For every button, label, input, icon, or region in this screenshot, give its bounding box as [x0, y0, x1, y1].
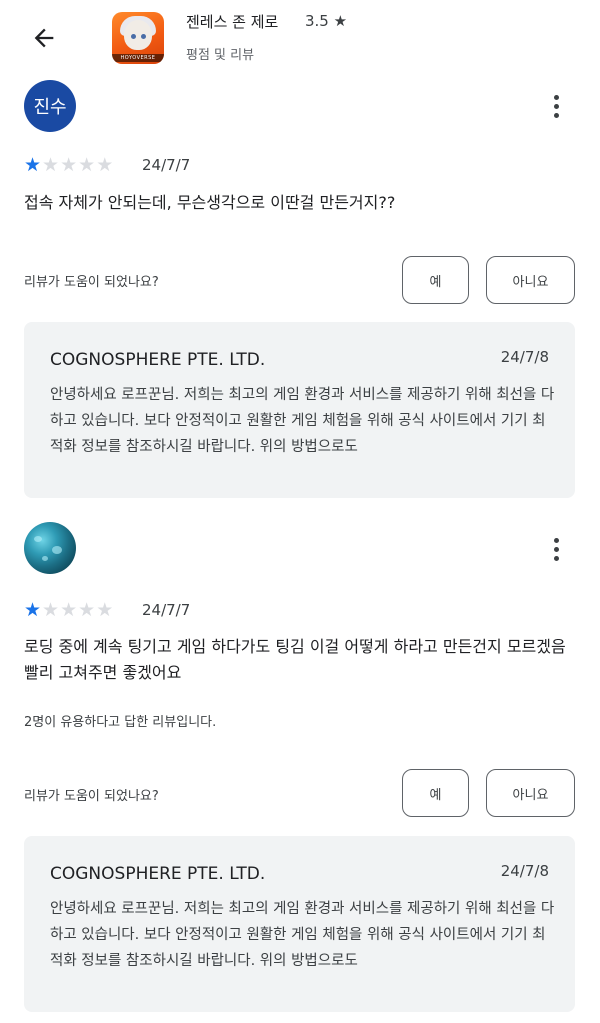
avatar [24, 522, 76, 574]
star-icon: ★ [42, 599, 60, 621]
page-subtitle: 평점 및 리뷰 [186, 48, 255, 63]
helpful-count: 2명이 유용하다고 답한 리뷰입니다. [24, 715, 217, 730]
star-icon: ★ [96, 599, 114, 621]
app-icon[interactable]: HOYOVERSE [112, 12, 164, 64]
star-icon: ★ [24, 154, 42, 176]
helpful-yes-button[interactable]: 예 [402, 256, 469, 304]
more-vert-icon [553, 537, 559, 543]
helpful-yes-button[interactable]: 예 [402, 769, 469, 817]
developer-name: COGNOSPHERE PTE. LTD. [50, 864, 266, 884]
review-text: 로딩 중에 계속 팅기고 게임 하다가도 팅김 이걸 어떻게 하라고 만든건지 … [24, 637, 566, 682]
reply-date: 24/7/8 [500, 348, 549, 366]
more-options-button[interactable] [540, 88, 572, 124]
star-icon: ★ [96, 154, 114, 176]
back-button[interactable] [26, 20, 62, 56]
helpful-no-button[interactable]: 아니요 [486, 769, 575, 817]
app-header: HOYOVERSE 젠레스 존 제로 3.5 ★ 평점 및 리뷰 [0, 0, 600, 78]
star-icon: ★ [78, 154, 96, 176]
reply-date: 24/7/8 [500, 862, 549, 880]
review-date: 24/7/7 [142, 156, 191, 174]
star-icon: ★ [60, 599, 78, 621]
reply-text: 안녕하세요 로프꾼님. 저희는 최고의 게임 환경과 서비스를 제공하기 위해 … [50, 901, 555, 969]
developer-reply: COGNOSPHERE PTE. LTD. 24/7/8 안녕하세요 로프꾼님.… [24, 836, 575, 1012]
star-icon: ★ [60, 154, 78, 176]
app-icon-brand: HOYOVERSE [112, 54, 164, 62]
helpful-no-button[interactable]: 아니요 [486, 256, 575, 304]
review-date: 24/7/7 [142, 601, 191, 619]
star-icon: ★ [78, 599, 96, 621]
developer-name: COGNOSPHERE PTE. LTD. [50, 350, 266, 370]
star-icon: ★ [42, 154, 60, 176]
arrow-back-icon [34, 28, 54, 48]
avatar: 진수 [24, 80, 76, 132]
app-rating: 3.5 ★ [305, 12, 348, 30]
developer-reply: COGNOSPHERE PTE. LTD. 24/7/8 안녕하세요 로프꾼님.… [24, 322, 575, 498]
helpful-question: 리뷰가 도움이 되었나요? [24, 789, 159, 804]
avatar-label: 진수 [33, 97, 67, 118]
star-icon: ★ [24, 599, 42, 621]
star-rating: ★ ★ ★ ★ ★ [24, 155, 113, 175]
reply-text: 안녕하세요 로프꾼님. 저희는 최고의 게임 환경과 서비스를 제공하기 위해 … [50, 387, 555, 455]
star-rating: ★ ★ ★ ★ ★ [24, 600, 113, 620]
review-text: 접속 자체가 안되는데, 무슨생각으로 이딴걸 만든거지?? [24, 193, 396, 212]
app-title: 젠레스 존 제로 [186, 13, 279, 31]
more-vert-icon [553, 94, 559, 100]
more-options-button[interactable] [540, 531, 572, 567]
helpful-question: 리뷰가 도움이 되었나요? [24, 275, 159, 290]
